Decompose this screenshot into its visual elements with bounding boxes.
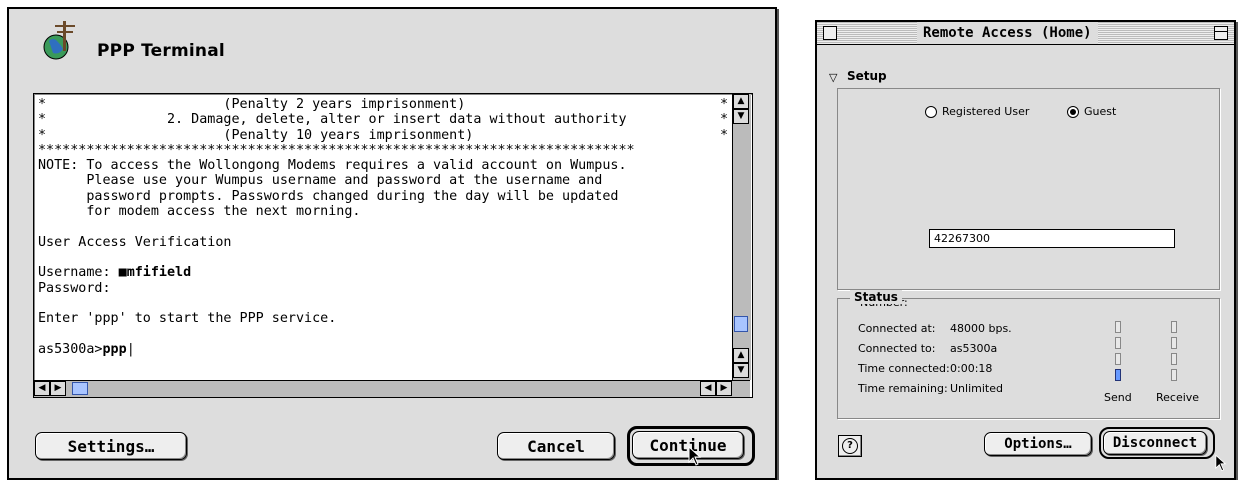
send-meter-segment	[1115, 321, 1121, 333]
scroll-up-arrow-icon[interactable]: ▲	[733, 348, 749, 363]
send-meter-segment	[1115, 337, 1121, 349]
receive-label: Receive	[1156, 391, 1200, 404]
terminal-output[interactable]: * (Penalty 2 years imprisonment) * 2. Da…	[33, 93, 753, 398]
right-edge-stars: * * *	[720, 97, 729, 143]
receive-meter-segment	[1171, 321, 1177, 333]
globe-telephone-pole-icon	[43, 21, 75, 60]
typed-command: ppp	[102, 341, 127, 357]
scroll-right-arrow-icon[interactable]: ▶	[50, 381, 66, 396]
horizontal-scrollbar[interactable]: ◀ ▶ ◀ ▶	[34, 380, 750, 397]
send-label: Send	[1104, 391, 1132, 404]
guest-label: Guest	[1084, 105, 1117, 118]
send-meter-segment	[1115, 369, 1121, 381]
receive-meter-segment	[1171, 337, 1177, 349]
scroll-down-arrow-icon[interactable]: ▼	[733, 363, 749, 378]
ppp-terminal-window: PPP Terminal * (Penalty 2 years imprison…	[7, 7, 777, 480]
title-bar[interactable]: Remote Access (Home)	[817, 22, 1234, 45]
mouse-pointer-icon	[1215, 454, 1227, 472]
connected-at-value: 48000 bps.	[950, 322, 1012, 335]
collapse-box-icon[interactable]	[1214, 26, 1228, 40]
setup-disclosure-triangle-icon[interactable]: ▽	[829, 71, 837, 84]
username-value: mfifield	[126, 265, 192, 281]
vertical-scrollbar[interactable]: ▲ ▼ ▲ ▼	[732, 94, 751, 380]
window-title: Remote Access (Home)	[917, 22, 1098, 44]
receive-meter-segment	[1171, 353, 1177, 365]
scroll-left-arrow-icon[interactable]: ◀	[34, 381, 50, 396]
scroll-up-arrow-icon[interactable]: ▲	[733, 94, 749, 109]
setup-label: Setup	[847, 69, 887, 83]
mouse-pointer-icon	[688, 446, 702, 466]
status-label: Status	[850, 290, 902, 304]
guest-radio[interactable]	[1067, 106, 1079, 118]
send-meter-segment	[1115, 353, 1121, 365]
scroll-down-arrow-icon[interactable]: ▼	[733, 109, 749, 124]
status-panel: Status Connected at: Connected to: Time …	[837, 290, 1220, 419]
help-icon: ?	[842, 438, 858, 454]
number-field[interactable]: 42267300	[929, 229, 1175, 248]
help-button[interactable]: ?	[838, 435, 862, 457]
time-connected-value: 0:00:18	[950, 362, 993, 375]
status-labels: Connected at: Connected to: Time connect…	[858, 319, 950, 399]
time-remaining-value: Unlimited	[950, 382, 1003, 395]
status-values: 48000 bps. as5300a 0:00:18 Unlimited	[950, 319, 1012, 399]
connected-to-value: as5300a	[950, 342, 998, 355]
setup-panel: Registered User Guest Number:	[837, 88, 1220, 309]
window-title: PPP Terminal	[97, 41, 225, 61]
time-remaining-label: Time remaining:	[858, 382, 948, 395]
remote-access-window: Remote Access (Home) ▽ Setup Registered …	[815, 20, 1236, 480]
time-connected-label: Time connected:	[858, 362, 950, 375]
vertical-scroll-thumb[interactable]	[734, 316, 748, 332]
text-cursor: |	[126, 341, 135, 357]
scroll-right-arrow-icon[interactable]: ▶	[716, 381, 732, 396]
settings-button[interactable]: Settings…	[35, 432, 187, 460]
cursor-block: ■	[118, 265, 127, 281]
options-button[interactable]: Options…	[984, 432, 1092, 456]
connected-to-label: Connected to:	[858, 342, 936, 355]
cancel-button[interactable]: Cancel	[497, 432, 615, 460]
horizontal-scroll-thumb[interactable]	[72, 382, 88, 395]
scroll-left-arrow-icon[interactable]: ◀	[700, 381, 716, 396]
receive-meter-segment	[1171, 369, 1177, 381]
connected-at-label: Connected at:	[858, 322, 936, 335]
terminal-text: * (Penalty 2 years imprisonment) * 2. Da…	[38, 97, 635, 357]
registered-user-label: Registered User	[942, 105, 1030, 118]
registered-user-radio[interactable]	[925, 106, 937, 118]
disconnect-button[interactable]: Disconnect	[1103, 431, 1207, 455]
close-box-icon[interactable]	[823, 26, 837, 40]
